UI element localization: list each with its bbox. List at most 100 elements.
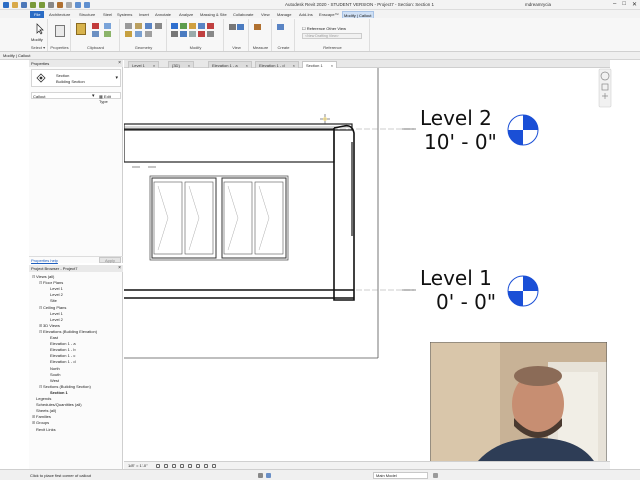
browser-node[interactable]: Legends [32,396,51,402]
tab-architecture[interactable]: Architecture [48,11,71,18]
paint-icon[interactable] [125,31,132,37]
tab-view[interactable]: View [260,11,271,18]
browser-node[interactable]: ⊟Views (all) [32,274,54,280]
browser-node[interactable]: Schedules/Quantities (all) [32,402,82,408]
temp-hide-icon[interactable] [204,464,208,468]
visual-style-icon[interactable] [164,464,168,468]
browser-node[interactable]: ⊟Elevations (Building Elevation) [39,329,97,335]
sun-path-icon[interactable] [172,464,176,468]
window-group[interactable] [149,175,289,261]
filter-icon[interactable] [433,473,438,478]
browser-node[interactable]: Section 1 [46,390,68,396]
view-tab-section-1[interactable]: Section 1 × [302,61,338,68]
revit-logo-icon[interactable] [3,2,9,8]
browser-node[interactable]: Elevation 1 - b [46,347,76,353]
active-model-select[interactable]: Main Model [373,472,428,479]
save-icon[interactable] [21,2,27,8]
edit-type-button[interactable]: ▦ Edit Type [99,94,120,104]
exterior-wall-section[interactable] [333,124,355,301]
chevron-down-icon[interactable]: ▾ [92,93,95,99]
section-icon[interactable] [84,2,90,8]
view-scale[interactable]: 1/8" = 1'-0" [128,463,148,468]
apply-button[interactable]: Apply [99,257,121,263]
browser-node[interactable]: Level 2 [46,292,63,298]
level-2-name[interactable]: Level 2 [420,106,492,130]
modify-button[interactable]: Modify [31,37,43,42]
tab-modify-callout[interactable]: Modify | Callout [342,11,374,18]
minimize-icon[interactable]: – [613,1,616,8]
browser-node[interactable]: Revit Links [32,427,56,433]
level-2-elevation[interactable]: 10' - 0" [424,130,497,154]
browser-node[interactable]: Elevation 1 - c [46,353,75,359]
show-crop-icon[interactable] [196,464,200,468]
pin-icon[interactable] [207,31,214,37]
browser-node[interactable]: Elevation 1 - a [46,341,76,347]
close-icon[interactable]: ✕ [632,1,637,8]
browser-node[interactable]: Elevation 1 - d [46,359,76,365]
copy-icon[interactable] [92,31,99,37]
tab-steel[interactable]: Steel [102,11,113,18]
view-tab-level-1[interactable]: Level 1 × [128,61,160,68]
array-icon[interactable] [180,31,187,37]
maximize-icon[interactable]: □ [622,1,626,8]
override-icon[interactable] [237,24,244,30]
hide-icon[interactable] [229,24,236,30]
join-icon[interactable] [104,31,111,37]
view-tab-elevation-1-a[interactable]: Elevation 1 - a × [208,61,252,68]
type-selector[interactable]: Section Building Section ▾ [31,69,121,87]
browser-node[interactable]: ⊟Ceiling Plans [39,305,66,311]
split-face-icon[interactable] [155,23,162,29]
browser-node[interactable]: Sheets (all) [32,408,56,414]
detail-level-icon[interactable] [156,464,160,468]
chevron-down-icon[interactable]: ▾ [115,75,118,81]
level-2-head-icon[interactable] [507,114,539,146]
3d-view-icon[interactable] [75,2,81,8]
tab-massing-site[interactable]: Massing & Site [199,11,228,18]
navigation-bar[interactable] [598,68,612,108]
undo-icon[interactable] [30,2,36,8]
tab-add-ins[interactable]: Add-Ins [298,11,314,18]
browser-node[interactable]: West [46,378,59,384]
reference-other-view-checkbox[interactable]: ☐ Reference Other View [302,26,346,31]
close-icon[interactable]: × [118,60,121,67]
tab-manage[interactable]: Manage [276,11,292,18]
tab-analyze[interactable]: Analyze [178,11,194,18]
browser-node[interactable]: Site [46,298,57,304]
modify-cursor-icon[interactable] [35,23,45,35]
view-tab-3d[interactable]: {3D} × [168,61,195,68]
crop-view-icon[interactable] [188,464,192,468]
print-icon[interactable] [48,2,54,8]
browser-node[interactable]: ⊞3D Views [39,323,60,329]
match-type-icon[interactable] [104,23,111,29]
worksets-icon[interactable] [258,473,263,478]
measure-icon[interactable] [57,2,63,8]
create-group-icon[interactable] [277,24,284,30]
browser-node[interactable]: North [46,366,60,372]
wall-joins-icon[interactable] [145,31,152,37]
browser-node[interactable]: Level 1 [46,286,63,292]
scale-icon[interactable] [189,31,196,37]
offset-icon[interactable] [180,23,187,29]
rotate-icon[interactable] [171,31,178,37]
browser-node[interactable]: ⊞Families [32,414,51,420]
instance-filter[interactable]: Callout ▾ ▦ Edit Type [31,92,121,104]
browser-node[interactable]: ⊞Groups [32,420,49,426]
mirror-icon[interactable] [189,23,196,29]
move-icon[interactable] [198,23,205,29]
browser-node[interactable]: ⊟Sections (Building Section) [39,384,91,390]
text-icon[interactable] [66,2,72,8]
align-icon[interactable] [171,23,178,29]
level-1-name[interactable]: Level 1 [420,266,492,290]
cut-icon[interactable] [92,23,99,29]
browser-node[interactable]: South [46,372,60,378]
select-group-label[interactable]: Select ▾ [29,45,47,50]
measure-tool-icon[interactable] [254,24,261,30]
browser-node[interactable]: Level 2 [46,317,63,323]
tab-insert[interactable]: Insert [138,11,150,18]
browser-node[interactable]: Level 1 [46,311,63,317]
close-icon[interactable]: × [118,265,121,272]
open-icon[interactable] [12,2,18,8]
browser-node[interactable]: East [46,335,58,341]
tab-systems[interactable]: Systems [116,11,133,18]
tab-annotate[interactable]: Annotate [154,11,172,18]
